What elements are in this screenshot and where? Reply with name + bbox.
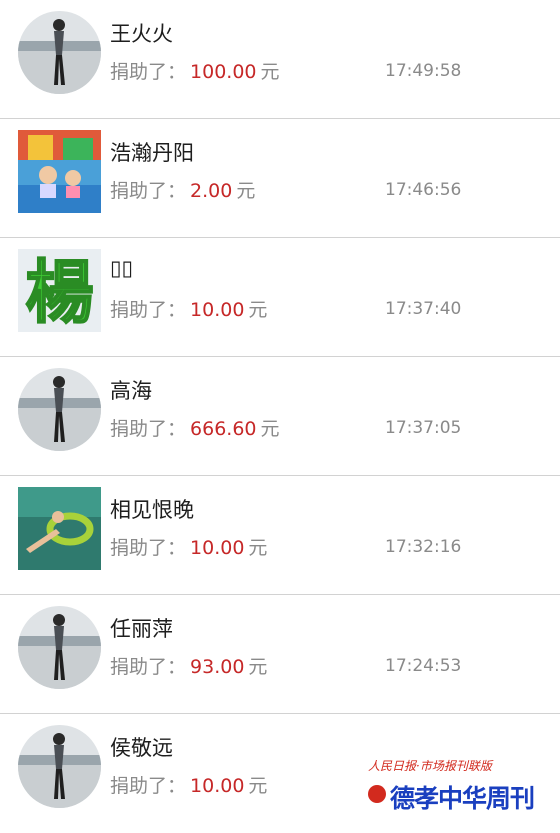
- donation-time: 17:37:40: [385, 299, 462, 319]
- donation-time: 17:37:05: [385, 418, 462, 438]
- watermark-logo: 人民日报·市场报刊联版 德孝中华周刊: [368, 757, 548, 817]
- donation-amount: 10.00: [190, 299, 245, 321]
- donation-row[interactable]: 高海 捐助了： 666.60 元 17:37:05: [0, 357, 560, 476]
- person-on-beach-icon: [18, 368, 101, 451]
- currency-unit: 元: [248, 775, 268, 797]
- watermark-title: 德孝中华周刊: [390, 784, 535, 813]
- donor-name: 相见恨晚: [110, 498, 194, 522]
- donation-row[interactable]: 任丽萍 捐助了： 93.00 元 17:24:53: [0, 595, 560, 714]
- donor-name: ▯▯: [110, 256, 134, 280]
- kids-inflatable-photo: [18, 130, 101, 213]
- currency-unit: 元: [248, 656, 268, 678]
- donation-line: 捐助了： 10.00 元: [110, 295, 267, 322]
- donation-amount: 666.60: [190, 418, 257, 440]
- donation-amount: 2.00: [190, 180, 233, 202]
- donation-amount: 10.00: [190, 537, 245, 559]
- donation-prefix: 捐助了：: [110, 299, 187, 321]
- donation-line: 捐助了： 666.60 元: [110, 414, 280, 441]
- avatar[interactable]: [18, 487, 101, 570]
- donation-prefix: 捐助了：: [110, 180, 187, 202]
- avatar[interactable]: [18, 130, 101, 213]
- watermark-publisher: 人民日报·市场报刊联版: [368, 759, 492, 773]
- currency-unit: 元: [260, 61, 280, 83]
- person-on-beach-icon: [18, 11, 101, 94]
- donation-row[interactable]: 楊 ▯▯ 捐助了： 10.00 元 17:37:40: [0, 238, 560, 357]
- avatar[interactable]: 楊: [18, 249, 101, 332]
- avatar[interactable]: [18, 11, 101, 94]
- donation-prefix: 捐助了：: [110, 775, 187, 797]
- donation-amount: 10.00: [190, 775, 245, 797]
- currency-unit: 元: [248, 537, 268, 559]
- donation-line: 捐助了： 10.00 元: [110, 533, 267, 560]
- donation-prefix: 捐助了：: [110, 537, 187, 559]
- donation-prefix: 捐助了：: [110, 656, 187, 678]
- donation-row[interactable]: 浩瀚丹阳 捐助了： 2.00 元 17:46:56: [0, 119, 560, 238]
- currency-unit: 元: [248, 299, 268, 321]
- donation-prefix: 捐助了：: [110, 418, 187, 440]
- donation-line: 捐助了： 10.00 元: [110, 771, 267, 798]
- yang-character-image: 楊: [18, 249, 101, 332]
- donation-row[interactable]: 相见恨晚 捐助了： 10.00 元 17:32:16: [0, 476, 560, 595]
- avatar[interactable]: [18, 725, 101, 808]
- donation-prefix: 捐助了：: [110, 61, 187, 83]
- donation-list: 王火火 捐助了： 100.00 元 17:49:58 浩瀚丹阳 捐助了： 2.00 元 …: [0, 0, 560, 833]
- donation-time: 17:32:16: [385, 537, 462, 557]
- donor-name: 高海: [110, 379, 152, 403]
- person-on-beach-icon: [18, 725, 101, 808]
- donation-line: 捐助了： 100.00 元: [110, 57, 280, 84]
- seal-icon: [368, 785, 386, 803]
- swimmer-photo: [18, 487, 101, 570]
- donation-line: 捐助了： 93.00 元: [110, 652, 267, 679]
- person-on-beach-icon: [18, 606, 101, 689]
- donor-name: 侯敬远: [110, 736, 173, 760]
- avatar[interactable]: [18, 368, 101, 451]
- currency-unit: 元: [236, 180, 256, 202]
- yang-character: 楊: [25, 254, 93, 332]
- donation-amount: 93.00: [190, 656, 245, 678]
- donation-time: 17:46:56: [385, 180, 462, 200]
- donation-line: 捐助了： 2.00 元: [110, 176, 255, 203]
- donor-name: 任丽萍: [110, 617, 173, 641]
- donation-time: 17:49:58: [385, 61, 462, 81]
- donor-name: 浩瀚丹阳: [110, 141, 194, 165]
- donation-amount: 100.00: [190, 61, 257, 83]
- donation-row[interactable]: 王火火 捐助了： 100.00 元 17:49:58: [0, 0, 560, 119]
- donor-name: 王火火: [110, 22, 173, 46]
- currency-unit: 元: [260, 418, 280, 440]
- avatar[interactable]: [18, 606, 101, 689]
- donation-time: 17:24:53: [385, 656, 462, 676]
